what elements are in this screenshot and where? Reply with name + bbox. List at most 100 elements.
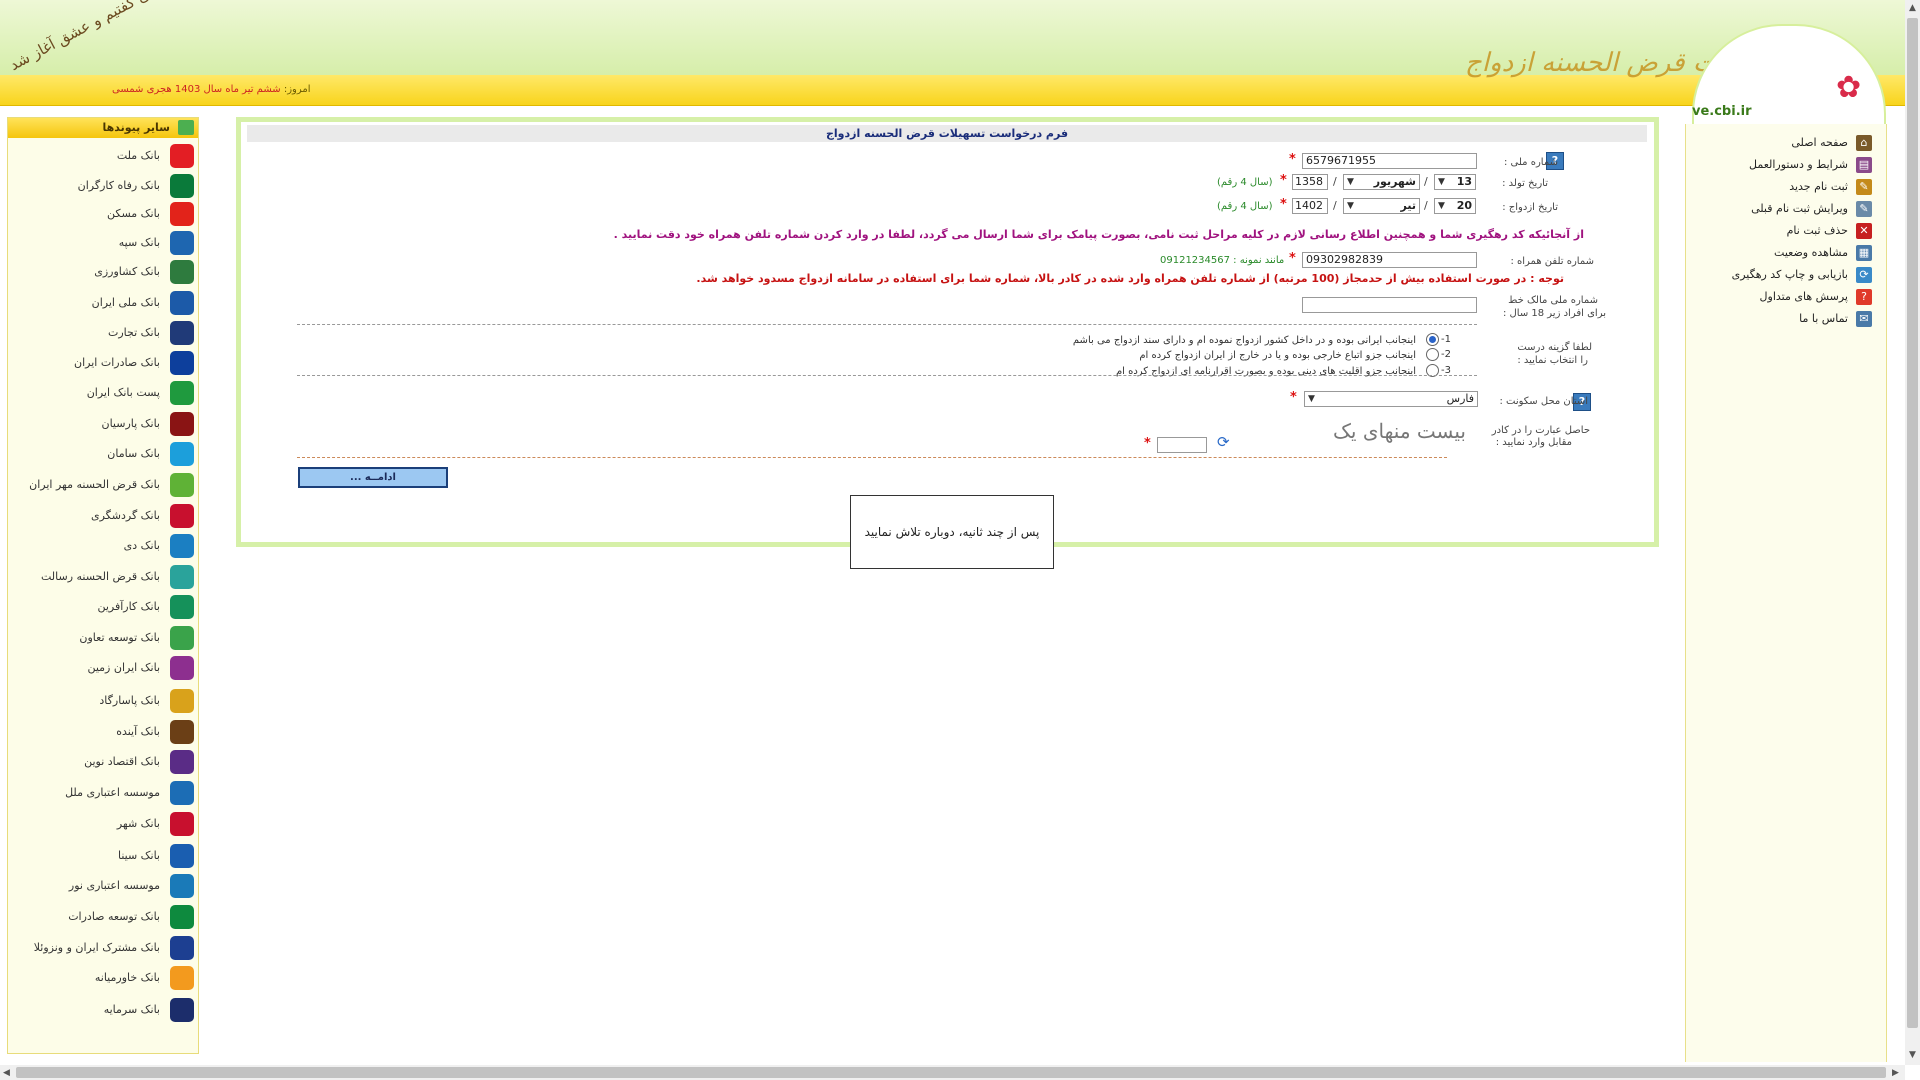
menu-item[interactable]: ▤ شرایط و دستورالعمل (1712, 156, 1872, 174)
bank-link[interactable]: بانک سرمایه (12, 998, 194, 1022)
captcha-image: بیست منهای یک (1241, 419, 1466, 453)
continue-button[interactable]: ادامــه ... (298, 467, 448, 488)
bank-link-label: بانک توسعه تعاون (79, 631, 160, 644)
bank-link[interactable]: بانک پارسیان (12, 412, 194, 436)
year-hint: (سال 4 رقم) (1217, 177, 1273, 188)
bank-link[interactable]: بانک توسعه صادرات (12, 905, 194, 929)
menu-item[interactable]: ? پرسش های متداول (1712, 288, 1872, 306)
bank-link-label: بانک دی (123, 539, 160, 552)
date-separator: / (1333, 175, 1337, 188)
horizontal-scrollbar-thumb[interactable] (16, 1067, 1886, 1078)
bank-link[interactable]: بانک مسکن (12, 202, 194, 226)
choose-option-label-2: را انتخاب نمایید : (1517, 355, 1588, 366)
bank-link[interactable]: بانک پاسارگاد (12, 689, 194, 713)
marriage-day-value: 20 (1456, 199, 1472, 212)
option-radio[interactable] (1426, 333, 1439, 346)
bank-logo-icon (170, 321, 194, 345)
bank-link[interactable]: بانک سینا (12, 844, 194, 868)
bank-link[interactable]: بانک کارآفرین (12, 595, 194, 619)
bank-link[interactable]: بانک دی (12, 534, 194, 558)
bank-logo-icon (170, 720, 194, 744)
bank-link-label: موسسه اعتباری ملل (65, 786, 160, 799)
bank-logo-icon (170, 381, 194, 405)
bank-link-label: بانک کارآفرین (97, 600, 160, 613)
bank-link-label: بانک ملی ایران (91, 296, 160, 309)
contact-icon: ✉ (1856, 311, 1872, 327)
bank-link[interactable]: بانک سپه (12, 231, 194, 255)
date-separator: / (1333, 199, 1337, 212)
province-select[interactable]: ▼ فارس (1304, 391, 1478, 407)
bank-logo-icon (170, 202, 194, 226)
menu-item[interactable]: ✎ ویرایش ثبت نام قبلی (1712, 200, 1872, 218)
mobile-warning: توجه : در صورت استفاده بیش از حدمجاز (10… (696, 272, 1564, 285)
bank-link[interactable]: بانک کشاورزی (12, 260, 194, 284)
menu-item[interactable]: ✉ تماس با ما (1712, 310, 1872, 328)
menu-item[interactable]: ⟳ بازیابی و چاپ کد رهگیری (1712, 266, 1872, 284)
captcha-input[interactable] (1157, 437, 1207, 453)
bank-link[interactable]: بانک ملی ایران (12, 291, 194, 315)
bank-link[interactable]: بانک توسعه تعاون (12, 626, 194, 650)
option-label[interactable]: اینجانب ایرانی بوده و در داخل کشور ازدوا… (1073, 335, 1416, 346)
bank-logo-icon (170, 998, 194, 1022)
owner-id-input[interactable] (1302, 297, 1477, 313)
scroll-down-icon[interactable]: ▼ (1909, 1050, 1916, 1060)
bank-link-label: بانک پاسارگاد (99, 694, 160, 707)
marriage-day-select[interactable]: ▼ 20 (1434, 198, 1476, 214)
mobile-input[interactable]: 09302982839 (1302, 252, 1477, 268)
scroll-left-icon[interactable]: ◀ (3, 1068, 10, 1078)
bank-link[interactable]: بانک آینده (12, 720, 194, 744)
bank-link[interactable]: بانک اقتصاد نوین (12, 750, 194, 774)
refresh-captcha-icon[interactable]: ⟳ (1217, 433, 1230, 451)
bank-logo-icon (170, 874, 194, 898)
option-label[interactable]: اینجانب جزو اتباع خارجی بوده و یا در خار… (1139, 350, 1416, 361)
bank-link-label: بانک صادرات ایران (74, 356, 160, 369)
option-radio[interactable] (1426, 348, 1439, 361)
menu-item[interactable]: ⌂ صفحه اصلی (1712, 134, 1872, 152)
vertical-scrollbar-thumb[interactable] (1907, 18, 1918, 1028)
bank-link[interactable]: بانک گردشگری (12, 504, 194, 528)
bank-link[interactable]: موسسه اعتباری نور (12, 874, 194, 898)
registration-form: فرم درخواست تسهیلات قرض الحسنه ازدواج ? … (236, 117, 1659, 547)
bank-logo-icon (170, 473, 194, 497)
birth-day-select[interactable]: ▼ 13 (1434, 174, 1476, 190)
bank-link[interactable]: پست بانک ایران (12, 381, 194, 405)
bank-logo-icon (170, 231, 194, 255)
bank-logo-icon (170, 351, 194, 375)
marriage-month-select[interactable]: ▼ تیر (1343, 198, 1420, 214)
menu-item[interactable]: ▦ مشاهده وضعیت (1712, 244, 1872, 262)
menu-item[interactable]: ✎ ثبت نام جدید (1712, 178, 1872, 196)
bank-link[interactable]: موسسه اعتباری ملل (12, 781, 194, 805)
national-id-input[interactable]: 6579671955 (1302, 153, 1477, 169)
form-title: فرم درخواست تسهیلات قرض الحسنه ازدواج (247, 125, 1647, 142)
scroll-up-icon[interactable]: ▲ (1909, 3, 1916, 13)
links-sidebar-header: سایر پیوندها (8, 118, 198, 138)
menu-item-label: تماس با ما (1799, 312, 1848, 325)
bank-link[interactable]: بانک قرض الحسنه مهر ایران (12, 473, 194, 497)
bank-link[interactable]: بانک سامان (12, 442, 194, 466)
marriage-year-input[interactable]: 1402 (1292, 198, 1328, 214)
birth-year-input[interactable]: 1358 (1292, 174, 1328, 190)
bank-link[interactable]: بانک قرض الحسنه رسالت (12, 565, 194, 589)
bank-link[interactable]: بانک رفاه کارگران (12, 174, 194, 198)
bank-link[interactable]: بانک تجارت (12, 321, 194, 345)
bank-link[interactable]: بانک ملت (12, 144, 194, 168)
menu-item[interactable]: ✕ حذف ثبت نام (1712, 222, 1872, 240)
scroll-right-icon[interactable]: ▶ (1892, 1068, 1899, 1078)
bank-link[interactable]: بانک مشترک ایران و ونزوئلا (12, 936, 194, 960)
chevron-down-icon: ▼ (1438, 201, 1445, 211)
links-icon (178, 120, 194, 135)
birth-month-select[interactable]: ▼ شهریور (1343, 174, 1420, 190)
bank-link-label: بانک خاورمیانه (94, 971, 160, 984)
bank-link-label: بانک ملت (116, 149, 160, 162)
required-mark: * (1289, 152, 1296, 167)
bank-logo-icon (170, 260, 194, 284)
bank-link[interactable]: بانک شهر (12, 812, 194, 836)
edit-doc-icon: ✎ (1856, 201, 1872, 217)
site-url[interactable]: ve.cbi.ir (1692, 104, 1752, 119)
chevron-down-icon: ▼ (1347, 201, 1354, 211)
bank-link[interactable]: بانک ایران زمین (12, 656, 194, 680)
bank-link-label: بانک رفاه کارگران (77, 179, 160, 192)
bank-logo-icon (170, 595, 194, 619)
bank-link[interactable]: بانک خاورمیانه (12, 966, 194, 990)
bank-link[interactable]: بانک صادرات ایران (12, 351, 194, 375)
